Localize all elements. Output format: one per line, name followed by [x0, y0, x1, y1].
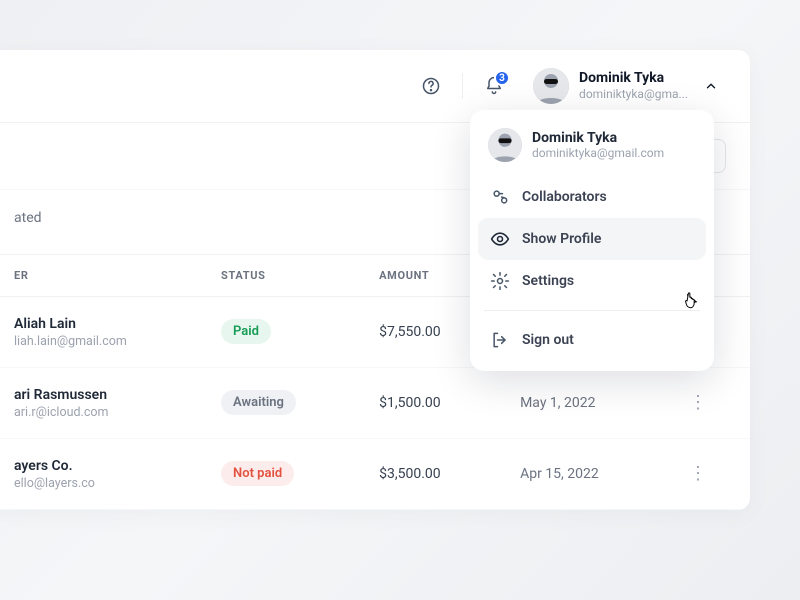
- status-badge: Awaiting: [221, 390, 296, 415]
- help-button[interactable]: [414, 69, 448, 103]
- avatar: [488, 128, 522, 162]
- menu-sign-out[interactable]: Sign out: [478, 319, 706, 361]
- customer-email: liah.lain@gmail.com: [14, 334, 173, 349]
- menu-label: Settings: [522, 273, 574, 289]
- notification-badge: 3: [494, 70, 510, 86]
- signout-icon: [490, 330, 510, 350]
- col-customer: ER: [0, 255, 197, 297]
- menu-label: Collaborators: [522, 189, 607, 205]
- status-badge: Paid: [221, 319, 271, 344]
- col-status: STATUS: [197, 255, 355, 297]
- notifications-button[interactable]: 3: [477, 69, 511, 103]
- table-row[interactable]: ayers Co. ello@layers.co Not paid $3,500…: [0, 438, 750, 509]
- menu-collaborators[interactable]: Collaborators: [478, 176, 706, 218]
- avatar: [533, 68, 569, 104]
- user-dropdown: Dominik Tyka dominiktyka@gmail.com Colla…: [470, 110, 714, 371]
- user-email: dominiktyka@gma...: [579, 87, 688, 102]
- divider: [462, 73, 463, 99]
- cursor-pointer-icon: [683, 292, 701, 316]
- dropdown-user-email: dominiktyka@gmail.com: [532, 146, 664, 160]
- menu-label: Show Profile: [522, 231, 601, 247]
- customer-email: ari.r@icloud.com: [14, 405, 173, 420]
- help-icon: [421, 76, 441, 96]
- amount-cell: $1,500.00: [355, 367, 496, 438]
- menu-settings[interactable]: Settings: [478, 260, 706, 302]
- date-cell: May 1, 2022: [496, 367, 665, 438]
- menu-show-profile[interactable]: Show Profile: [478, 218, 706, 260]
- gear-icon: [490, 271, 510, 291]
- table-row[interactable]: ari Rasmussen ari.r@icloud.com Awaiting …: [0, 367, 750, 438]
- dropdown-user-name: Dominik Tyka: [532, 130, 664, 146]
- user-name: Dominik Tyka: [579, 70, 688, 88]
- chevron-up-icon: [704, 79, 718, 93]
- customer-name: Aliah Lain: [14, 315, 173, 334]
- dropdown-separator: [484, 310, 700, 311]
- dropdown-header: Dominik Tyka dominiktyka@gmail.com: [478, 124, 706, 176]
- eye-icon: [490, 229, 510, 249]
- customer-name: ayers Co.: [14, 457, 173, 476]
- amount-cell: $3,500.00: [355, 438, 496, 509]
- user-menu-toggle[interactable]: Dominik Tyka dominiktyka@gma...: [525, 64, 726, 108]
- status-badge: Not paid: [221, 461, 294, 486]
- row-actions-button[interactable]: ⋮: [689, 392, 707, 413]
- row-actions-button[interactable]: ⋮: [689, 463, 707, 484]
- menu-label: Sign out: [522, 332, 574, 348]
- date-cell: Apr 15, 2022: [496, 438, 665, 509]
- customer-email: ello@layers.co: [14, 476, 173, 491]
- collaborators-icon: [490, 187, 510, 207]
- customer-name: ari Rasmussen: [14, 386, 173, 405]
